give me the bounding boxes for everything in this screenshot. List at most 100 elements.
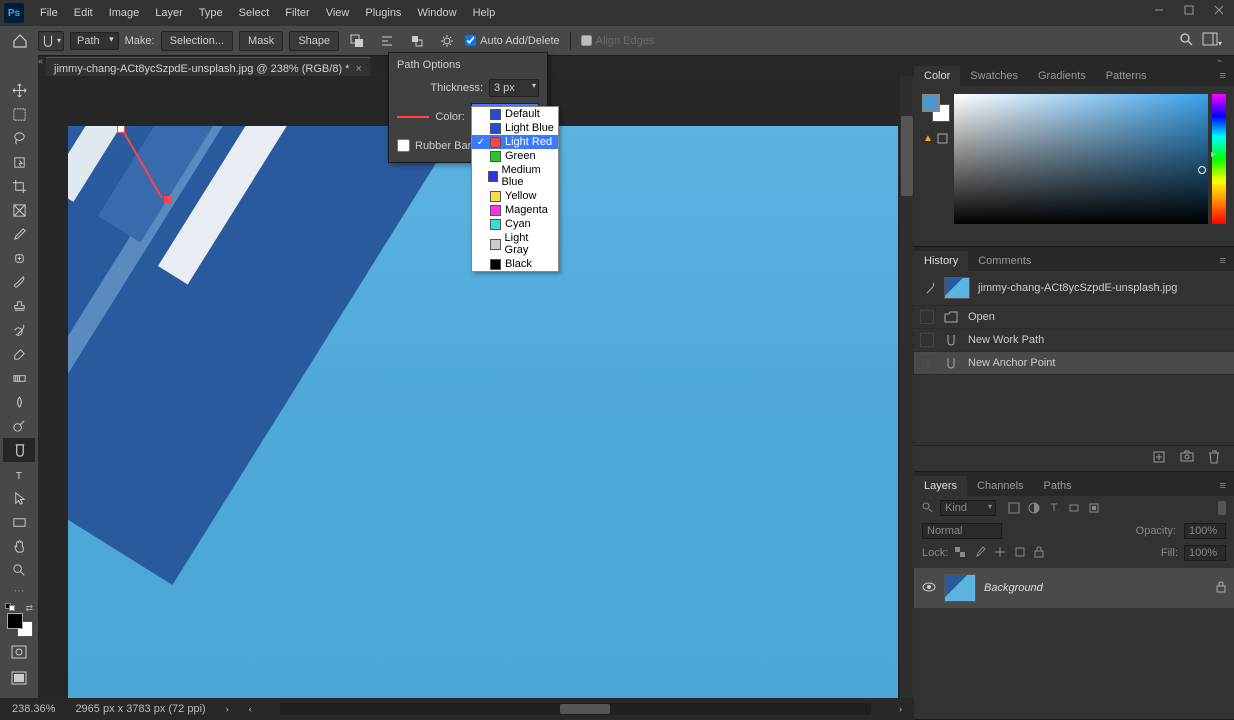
filter-toggle[interactable] (1218, 501, 1226, 515)
menu-layer[interactable]: Layer (147, 3, 191, 23)
filter-pixel-icon[interactable] (1006, 501, 1022, 515)
menu-window[interactable]: Window (409, 3, 464, 23)
gradient-tool[interactable] (3, 366, 35, 390)
websafe-icon[interactable] (936, 132, 948, 144)
path-mode-select[interactable]: Path (70, 32, 119, 50)
delete-state-icon[interactable] (1208, 450, 1226, 466)
home-icon[interactable] (8, 29, 32, 53)
lasso-tool[interactable] (3, 126, 35, 150)
lock-all-icon[interactable] (1034, 546, 1048, 560)
new-doc-from-state-icon[interactable] (1152, 450, 1170, 466)
foreground-background-colors[interactable]: ⇄ (3, 601, 35, 637)
color-spectrum[interactable]: ▸ (954, 94, 1208, 224)
blend-mode-select[interactable]: Normal (922, 523, 1002, 539)
tab-swatches[interactable]: Swatches (960, 66, 1028, 86)
history-item-anchor-point[interactable]: New Anchor Point (914, 352, 1234, 375)
lock-image-icon[interactable] (974, 546, 988, 560)
tab-color[interactable]: Color (914, 66, 960, 86)
filter-smart-icon[interactable] (1086, 501, 1102, 515)
path-align-icon[interactable] (375, 29, 399, 53)
screen-mode-icon[interactable] (7, 667, 31, 689)
edit-toolbar-icon[interactable]: ⋯ (14, 584, 25, 597)
tab-gradients[interactable]: Gradients (1028, 66, 1096, 86)
tool-preset-icon[interactable]: ▾ (38, 31, 64, 51)
tab-comments[interactable]: Comments (968, 251, 1041, 271)
menu-image[interactable]: Image (101, 3, 148, 23)
gamut-warning-icon[interactable]: ▲ (922, 132, 934, 144)
close-button[interactable] (1204, 0, 1234, 20)
layer-lock-icon[interactable] (1216, 581, 1226, 596)
color-option-magenta[interactable]: Magenta (472, 203, 558, 217)
history-brush-source-icon[interactable] (922, 281, 936, 295)
menu-type[interactable]: Type (191, 3, 231, 23)
pen-tool[interactable] (3, 438, 35, 462)
menu-edit[interactable]: Edit (66, 3, 101, 23)
spectrum-cursor[interactable] (1198, 166, 1206, 174)
default-colors-icon[interactable] (5, 603, 15, 611)
rectangle-tool[interactable] (3, 510, 35, 534)
layer-background[interactable]: Background (914, 568, 1234, 608)
swap-colors-icon[interactable]: ⇄ (25, 603, 33, 614)
color-option-light-red[interactable]: ✓Light Red (472, 135, 558, 149)
new-snapshot-icon[interactable] (1180, 450, 1198, 466)
frame-tool[interactable] (3, 198, 35, 222)
healing-tool[interactable] (3, 246, 35, 270)
hue-indicator[interactable]: ▸ (1211, 149, 1216, 160)
menu-filter[interactable]: Filter (277, 3, 317, 23)
minimize-button[interactable] (1144, 0, 1174, 20)
thickness-input[interactable]: 3 px▾ (489, 79, 539, 97)
path-arrange-icon[interactable] (405, 29, 429, 53)
eyedropper-tool[interactable] (3, 222, 35, 246)
auto-add-delete-checkbox[interactable]: Auto Add/Delete (465, 35, 560, 47)
menu-view[interactable]: View (318, 3, 358, 23)
color-fg-bg-swatches[interactable] (922, 94, 950, 122)
horizontal-scrollbar[interactable] (280, 703, 871, 715)
color-option-yellow[interactable]: Yellow (472, 189, 558, 203)
filter-type-icon[interactable]: T (1046, 501, 1062, 515)
tab-history[interactable]: History (914, 251, 968, 271)
anchor-point[interactable] (164, 196, 172, 204)
lock-position-icon[interactable] (994, 546, 1008, 560)
color-option-default[interactable]: Default (472, 107, 558, 121)
brush-tool[interactable] (3, 270, 35, 294)
tab-patterns[interactable]: Patterns (1096, 66, 1157, 86)
history-item-open[interactable]: Open (914, 306, 1234, 329)
zoom-tool[interactable] (3, 558, 35, 582)
move-tool[interactable] (3, 78, 35, 102)
stamp-tool[interactable] (3, 294, 35, 318)
dodge-tool[interactable] (3, 414, 35, 438)
marquee-tool[interactable] (3, 102, 35, 126)
anchor-point[interactable] (117, 126, 125, 133)
maximize-button[interactable] (1174, 0, 1204, 20)
doc-info[interactable]: 2965 px x 3783 px (72 ppi) (75, 703, 205, 715)
filter-kind-select[interactable]: Kind▾ (940, 500, 996, 516)
menu-help[interactable]: Help (465, 3, 504, 23)
crop-tool[interactable] (3, 174, 35, 198)
fill-input[interactable]: 100% (1184, 545, 1226, 561)
tab-layers[interactable]: Layers (914, 476, 967, 496)
history-item-work-path[interactable]: New Work Path (914, 329, 1234, 352)
color-option-light-blue[interactable]: Light Blue (472, 121, 558, 135)
filter-adjust-icon[interactable] (1026, 501, 1042, 515)
tab-close-icon[interactable]: × (355, 63, 361, 75)
gear-icon[interactable] (435, 29, 459, 53)
type-tool[interactable]: T (3, 462, 35, 486)
hand-tool[interactable] (3, 534, 35, 558)
color-option-green[interactable]: Green (472, 149, 558, 163)
path-select-tool[interactable] (3, 486, 35, 510)
panel-menu-icon[interactable]: ≡ (1212, 251, 1234, 271)
foreground-color-swatch[interactable] (7, 613, 23, 629)
zoom-level[interactable]: 238.36% (12, 703, 55, 715)
quick-mask-icon[interactable] (7, 641, 31, 663)
tab-paths[interactable]: Paths (1034, 476, 1082, 496)
lock-transparent-icon[interactable] (954, 546, 968, 560)
tab-channels[interactable]: Channels (967, 476, 1033, 496)
panel-menu-icon[interactable]: ≡ (1212, 476, 1234, 496)
color-option-black[interactable]: Black (472, 257, 558, 271)
path-ops-icon[interactable] (345, 29, 369, 53)
menu-select[interactable]: Select (231, 3, 278, 23)
panel-menu-icon[interactable]: ≡ (1212, 66, 1234, 86)
make-mask-button[interactable]: Mask (239, 31, 283, 51)
menu-plugins[interactable]: Plugins (357, 3, 409, 23)
make-shape-button[interactable]: Shape (289, 31, 339, 51)
